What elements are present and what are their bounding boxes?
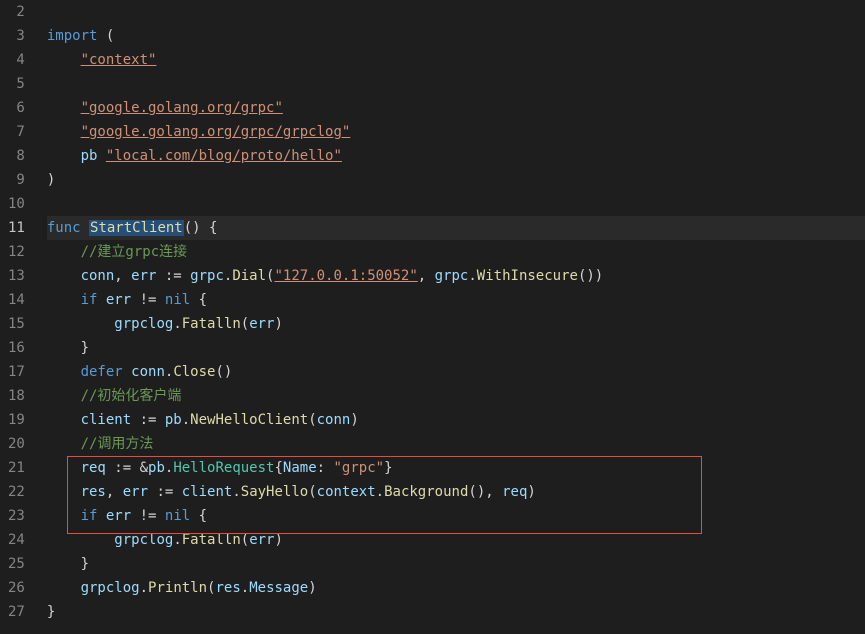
line-number: 18	[8, 384, 25, 408]
code-line: pb "local.com/blog/proto/hello"	[47, 144, 865, 168]
code-line: }	[47, 600, 865, 624]
code-editor[interactable]: 2 3 4 5 6 7 8 9 10 11 12 13 14 15 16 17 …	[0, 0, 865, 634]
code-line: client := pb.NewHelloClient(conn)	[47, 408, 865, 432]
line-number-gutter: 2 3 4 5 6 7 8 9 10 11 12 13 14 15 16 17 …	[0, 0, 39, 634]
code-line: conn, err := grpc.Dial("127.0.0.1:50052"…	[47, 264, 865, 288]
code-line: import (	[47, 24, 865, 48]
line-number: 12	[8, 240, 25, 264]
line-number: 21	[8, 456, 25, 480]
code-line: if err != nil {	[47, 288, 865, 312]
code-line	[47, 0, 865, 24]
line-number: 15	[8, 312, 25, 336]
code-line	[47, 72, 865, 96]
code-line: grpclog.Fatalln(err)	[47, 312, 865, 336]
code-line: "context"	[47, 48, 865, 72]
code-line: grpclog.Fatalln(err)	[47, 528, 865, 552]
line-number: 22	[8, 480, 25, 504]
code-line: }	[47, 552, 865, 576]
line-number: 14	[8, 288, 25, 312]
code-line	[47, 192, 865, 216]
line-number: 25	[8, 552, 25, 576]
code-line: //初始化客户端	[47, 384, 865, 408]
line-number: 9	[8, 168, 25, 192]
code-line: grpclog.Println(res.Message)	[47, 576, 865, 600]
code-line: )	[47, 168, 865, 192]
line-number: 5	[8, 72, 25, 96]
code-area[interactable]: import ( "context" "google.golang.org/gr…	[39, 0, 865, 634]
line-number: 17	[8, 360, 25, 384]
line-number: 13	[8, 264, 25, 288]
line-number: 16	[8, 336, 25, 360]
line-number-current: 11	[8, 216, 25, 240]
code-line: }	[47, 336, 865, 360]
line-number: 3	[8, 24, 25, 48]
line-number: 6	[8, 96, 25, 120]
code-line: //调用方法	[47, 432, 865, 456]
line-number: 19	[8, 408, 25, 432]
code-line: defer conn.Close()	[47, 360, 865, 384]
code-line: "google.golang.org/grpc/grpclog"	[47, 120, 865, 144]
code-line: req := &pb.HelloRequest{Name: "grpc"}	[47, 456, 865, 480]
code-line: //建立grpc连接	[47, 240, 865, 264]
line-number: 4	[8, 48, 25, 72]
line-number: 10	[8, 192, 25, 216]
line-number: 7	[8, 120, 25, 144]
line-number: 26	[8, 576, 25, 600]
line-number: 8	[8, 144, 25, 168]
code-line: "google.golang.org/grpc"	[47, 96, 865, 120]
code-line-current: func StartClient() {	[47, 216, 865, 240]
line-number: 24	[8, 528, 25, 552]
line-number: 2	[8, 0, 25, 24]
code-line: res, err := client.SayHello(context.Back…	[47, 480, 865, 504]
line-number: 20	[8, 432, 25, 456]
code-line: if err != nil {	[47, 504, 865, 528]
line-number: 23	[8, 504, 25, 528]
line-number: 27	[8, 600, 25, 624]
